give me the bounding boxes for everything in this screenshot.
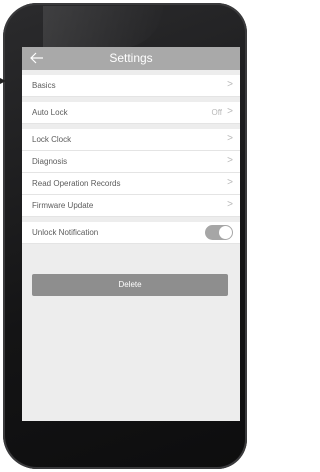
settings-item-label: Firmware Update <box>32 201 94 210</box>
unlock-notification-toggle[interactable] <box>205 225 233 240</box>
chevron-right-icon: > <box>227 133 233 144</box>
app-screen: Settings Basics > Auto Lock Off > Lock C… <box>22 47 240 421</box>
settings-item-label: Auto Lock <box>32 108 68 117</box>
settings-item-label: Basics <box>32 81 56 90</box>
settings-item-unlock-notification: Unlock Notification <box>22 222 240 244</box>
auto-lock-value: Off <box>211 108 222 117</box>
settings-item-firmware-update[interactable]: Firmware Update > <box>22 195 240 217</box>
callout-arrow <box>0 78 6 84</box>
chevron-right-icon: > <box>227 106 233 117</box>
chevron-right-icon: > <box>227 155 233 166</box>
chevron-right-icon: > <box>227 79 233 90</box>
settings-item-basics[interactable]: Basics > <box>22 75 240 97</box>
nav-bar: Settings <box>22 47 240 70</box>
settings-item-diagnosis[interactable]: Diagnosis > <box>22 151 240 173</box>
toggle-knob <box>219 226 232 239</box>
page-title: Settings <box>109 51 153 65</box>
phone-glare <box>43 6 163 48</box>
settings-item-label: Lock Clock <box>32 135 72 144</box>
settings-item-label: Read Operation Records <box>32 179 121 188</box>
settings-item-label: Diagnosis <box>32 157 68 166</box>
delete-button[interactable]: Delete <box>32 274 228 296</box>
chevron-right-icon: > <box>227 177 233 188</box>
settings-item-auto-lock[interactable]: Auto Lock Off > <box>22 102 240 124</box>
settings-item-read-operation-records[interactable]: Read Operation Records > <box>22 173 240 195</box>
settings-item-label: Unlock Notification <box>32 228 99 237</box>
settings-item-lock-clock[interactable]: Lock Clock > <box>22 129 240 151</box>
chevron-right-icon: > <box>227 199 233 210</box>
